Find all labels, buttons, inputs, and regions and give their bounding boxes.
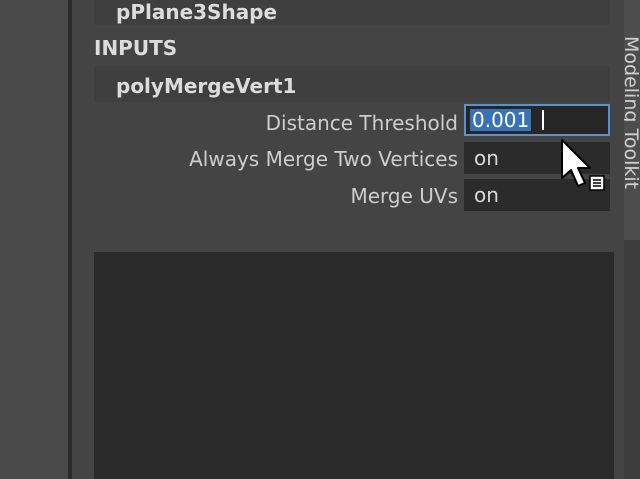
input-node-header[interactable]: polyMergeVert1 — [94, 66, 610, 102]
list-badge-icon — [589, 175, 605, 191]
distance-threshold-value: 0.001 — [470, 108, 532, 132]
tab-modeling-toolkit[interactable]: Modeling Toolkit — [624, 0, 640, 240]
distance-threshold-label: Distance Threshold — [265, 111, 458, 135]
merge-uvs-label: Merge UVs — [350, 184, 458, 208]
distance-threshold-field[interactable]: 0.001 — [464, 104, 610, 136]
always-merge-two-vertices-value: on — [474, 146, 499, 170]
merge-uvs-value: on — [474, 183, 499, 207]
always-merge-two-vertices-label: Always Merge Two Vertices — [189, 147, 458, 171]
arrow-cursor-icon — [561, 139, 605, 191]
left-panel — [0, 0, 68, 479]
empty-panel-area — [94, 252, 614, 479]
input-node-title: polyMergeVert1 — [116, 74, 297, 98]
shape-node-title: pPlane3Shape — [116, 0, 278, 24]
text-caret — [542, 110, 544, 130]
inputs-section-label: INPUTS — [94, 36, 178, 60]
tab-label: Modeling Toolkit — [624, 36, 640, 190]
shape-node-header[interactable]: pPlane3Shape — [94, 0, 610, 25]
